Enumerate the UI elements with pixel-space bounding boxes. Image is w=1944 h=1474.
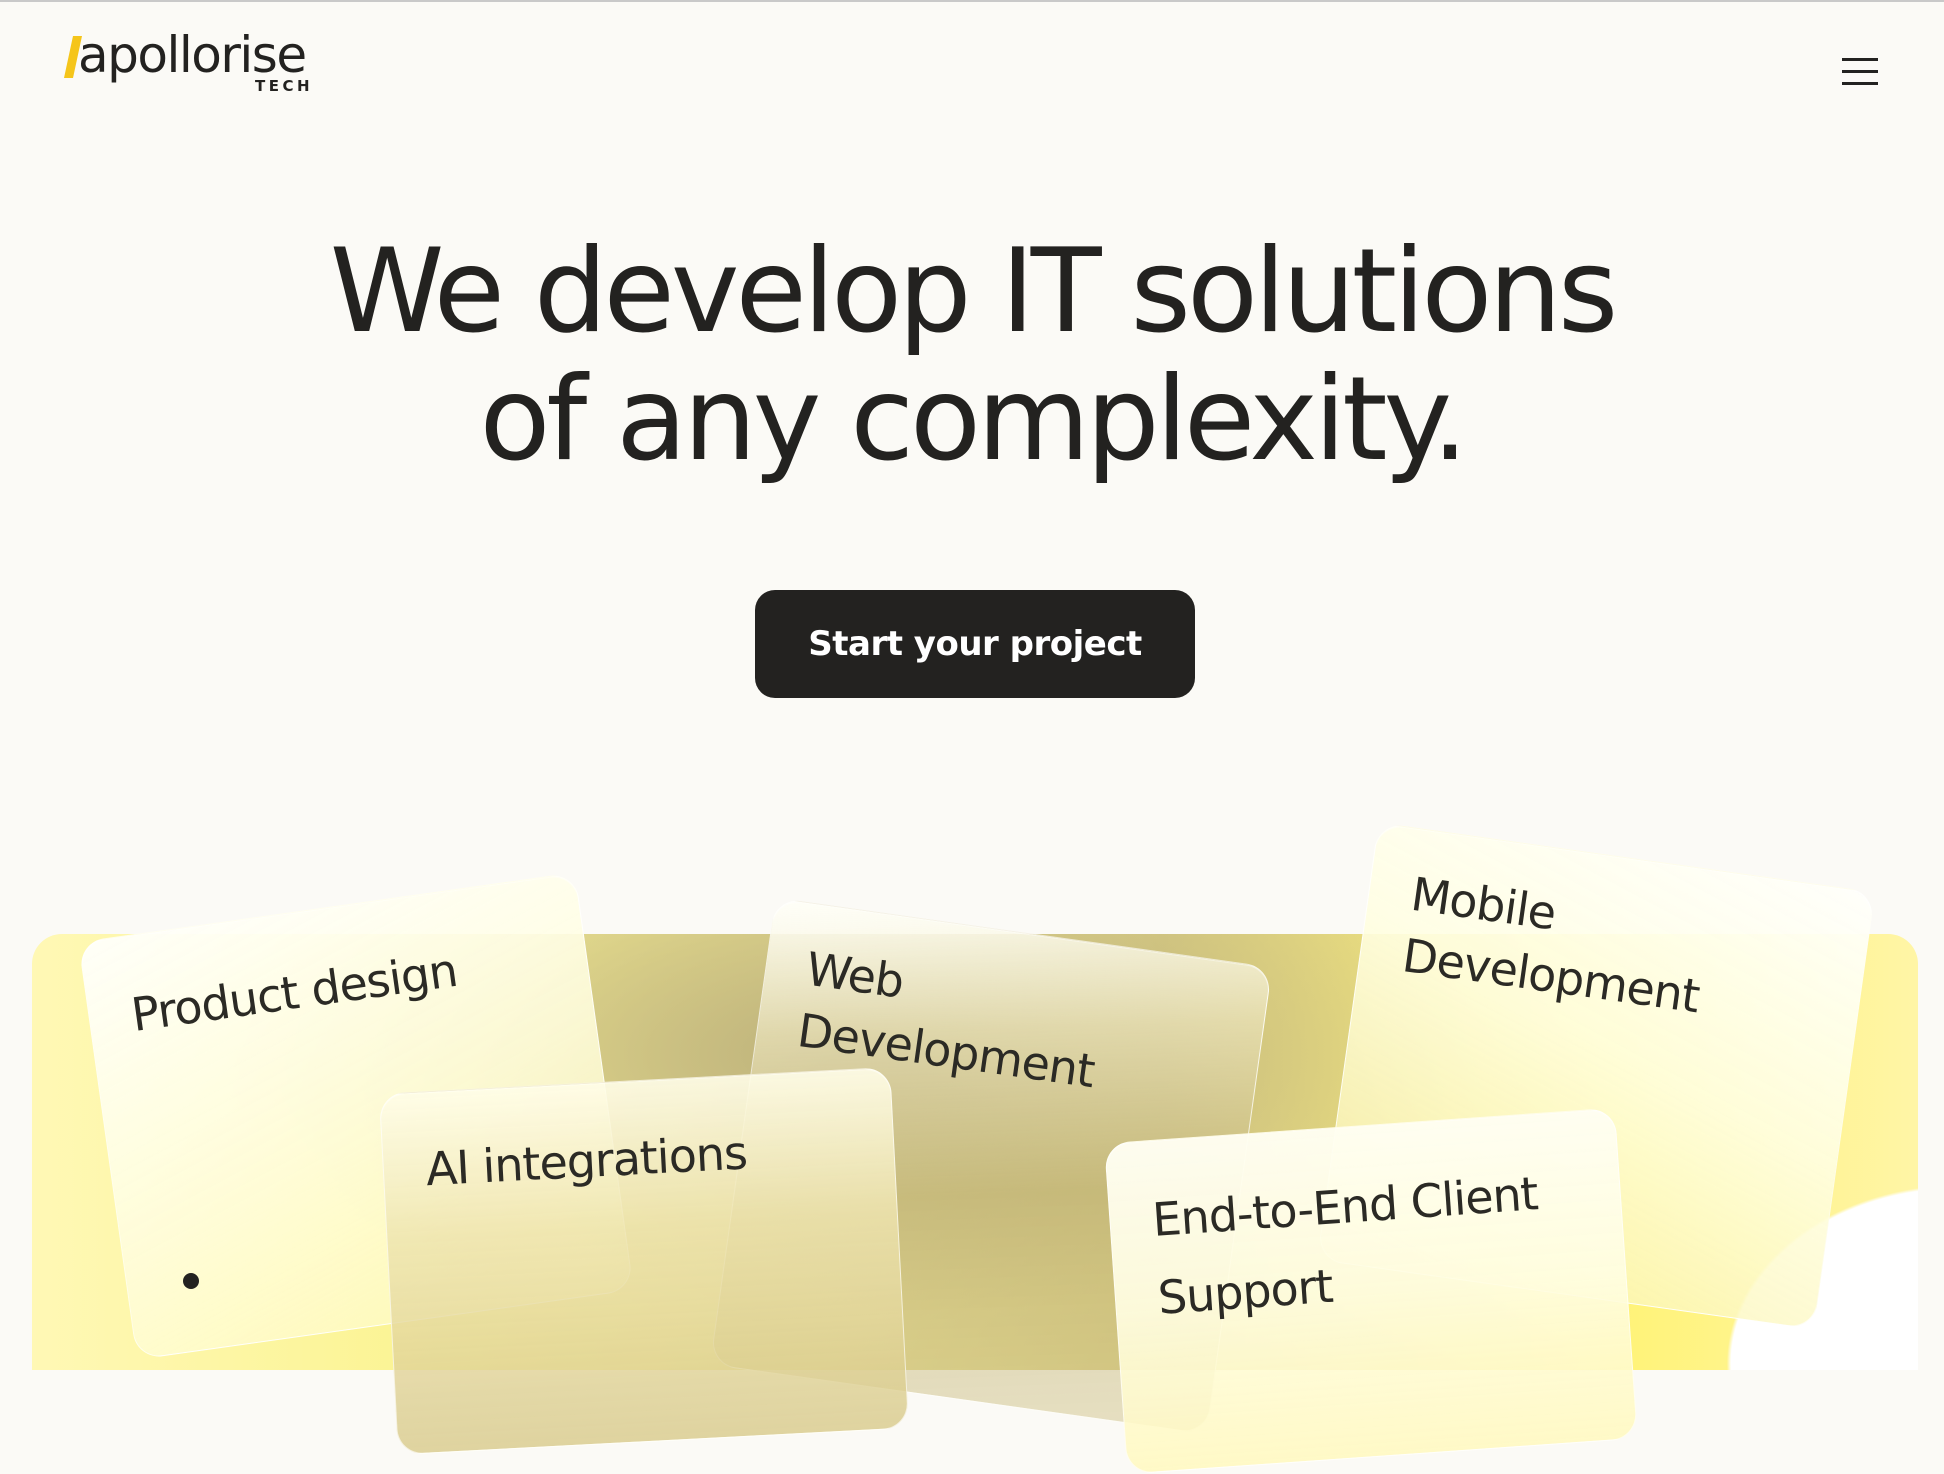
start-project-button[interactable]: Start your project bbox=[755, 590, 1195, 698]
hamburger-menu-icon[interactable] bbox=[1840, 56, 1880, 88]
hero-headline-line-1: We develop IT solutions bbox=[329, 224, 1619, 359]
service-card-label: Mobile Development bbox=[1399, 863, 1712, 1027]
service-card-label: Product design bbox=[128, 942, 461, 1042]
service-card-label: End-to-End Client Support bbox=[1150, 1154, 1546, 1337]
service-card-label: AI integrations bbox=[424, 1125, 749, 1197]
menu-bar-middle bbox=[1842, 70, 1878, 73]
service-card-client-support[interactable]: End-to-End Client Support bbox=[1104, 1107, 1638, 1474]
service-card-ai-integrations[interactable]: AI integrations bbox=[378, 1066, 910, 1456]
menu-bar-top bbox=[1842, 58, 1878, 61]
menu-bar-bottom bbox=[1842, 82, 1878, 85]
hero-headline-line-2: of any complexity. bbox=[479, 352, 1468, 487]
cursor-dot bbox=[183, 1273, 199, 1289]
hero-headline: We develop IT solutions of any complexit… bbox=[0, 228, 1944, 484]
top-border bbox=[0, 0, 1944, 2]
logo[interactable]: apollorise TECH bbox=[62, 26, 322, 102]
logo-subtitle: TECH bbox=[255, 77, 314, 95]
logo-wordmark: apollorise bbox=[78, 26, 307, 84]
